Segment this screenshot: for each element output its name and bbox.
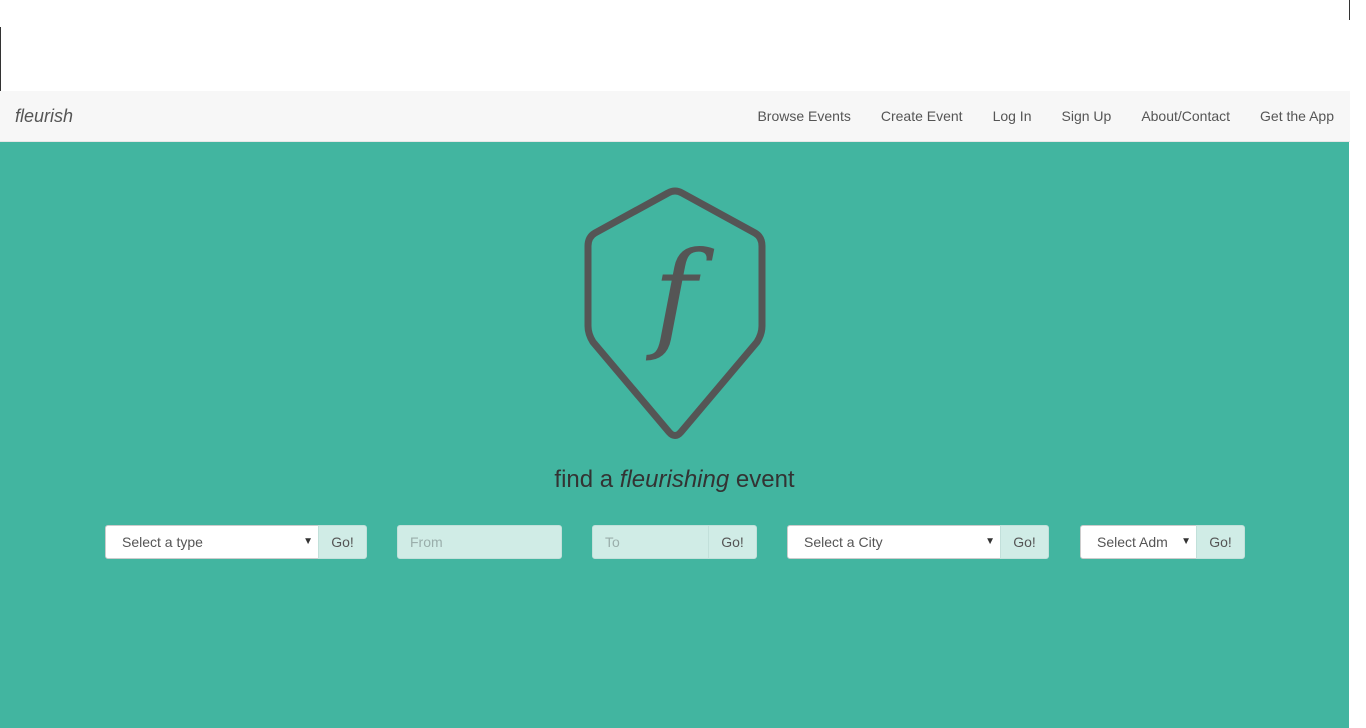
- window-edge: [1349, 0, 1350, 20]
- city-go-button[interactable]: Go!: [1000, 525, 1049, 559]
- nav-create-event[interactable]: Create Event: [866, 91, 978, 141]
- admin-select-value: Select Adm: [1097, 534, 1168, 550]
- city-select[interactable]: Select a City ▼: [787, 525, 1001, 559]
- tagline: find a fleurishing event: [0, 466, 1349, 494]
- brand-logo-text[interactable]: fleurish: [15, 91, 73, 141]
- date-go-button[interactable]: Go!: [708, 525, 757, 559]
- date-from-input[interactable]: From: [397, 525, 562, 559]
- nav-log-in[interactable]: Log In: [978, 91, 1047, 141]
- tagline-emphasis: fleurishing: [619, 466, 730, 493]
- type-select[interactable]: Select a type ▼: [105, 525, 319, 559]
- type-go-button[interactable]: Go!: [318, 525, 367, 559]
- nav-get-the-app[interactable]: Get the App: [1245, 91, 1349, 141]
- dropdown-arrow-icon: ▼: [1181, 536, 1191, 547]
- admin-select[interactable]: Select Adm ▼: [1080, 525, 1197, 559]
- nav-browse-events[interactable]: Browse Events: [742, 91, 865, 141]
- tagline-suffix: event: [729, 466, 795, 493]
- navbar: fleurish Browse Events Create Event Log …: [0, 91, 1350, 142]
- logo-letter: f: [645, 226, 715, 364]
- blank-top-area: [0, 0, 1366, 91]
- nav-sign-up[interactable]: Sign Up: [1047, 91, 1127, 141]
- nav-about-contact[interactable]: About/Contact: [1126, 91, 1245, 141]
- nav-links: Browse Events Create Event Log In Sign U…: [742, 91, 1349, 141]
- dropdown-arrow-icon: ▼: [303, 536, 313, 547]
- tagline-prefix: find a: [554, 466, 620, 493]
- fleurish-logo-icon: f: [584, 187, 766, 439]
- window-edge: [0, 27, 1, 91]
- admin-go-button[interactable]: Go!: [1196, 525, 1245, 559]
- date-to-input[interactable]: To: [592, 525, 709, 559]
- type-select-value: Select a type: [122, 534, 203, 550]
- dropdown-arrow-icon: ▼: [985, 536, 995, 547]
- city-select-value: Select a City: [804, 534, 883, 550]
